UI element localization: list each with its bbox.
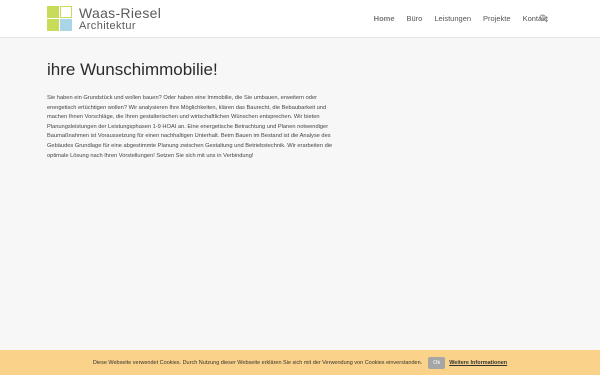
cookie-ok-button[interactable]: Ok <box>428 356 446 369</box>
cookie-more-link[interactable]: Weitere Informationen <box>449 360 507 366</box>
logo-mark <box>47 6 73 32</box>
logo-square-br <box>60 19 72 31</box>
site-header: Waas-Riesel Architektur Home Büro Leistu… <box>0 0 600 38</box>
nav-home[interactable]: Home <box>374 14 395 23</box>
page-title: ihre Wunschimmobilie! <box>47 60 218 79</box>
logo-name: Waas-Riesel <box>79 5 162 21</box>
intro-text: Sie haben ein Grundstück und wollen baue… <box>47 95 333 159</box>
logo-square-tl <box>47 6 59 18</box>
cookie-banner: Diese Webseite verwendet Cookies. Durch … <box>0 350 600 375</box>
cookie-text: Diese Webseite verwendet Cookies. Durch … <box>92 359 423 366</box>
main-nav: Home Büro Leistungen Projekte Kontakt <box>362 0 548 37</box>
nav-projekte[interactable]: Projekte <box>483 14 511 23</box>
nav-leistungen[interactable]: Leistungen <box>434 14 471 23</box>
nav-buero[interactable]: Büro <box>407 14 423 23</box>
logo-square-bl <box>47 19 59 31</box>
search-icon[interactable] <box>539 14 548 23</box>
logo-subtitle: Architektur <box>79 20 136 32</box>
logo-square-tr <box>60 6 72 18</box>
main-content: ihre Wunschimmobilie! Sie haben ein Grun… <box>47 38 343 161</box>
